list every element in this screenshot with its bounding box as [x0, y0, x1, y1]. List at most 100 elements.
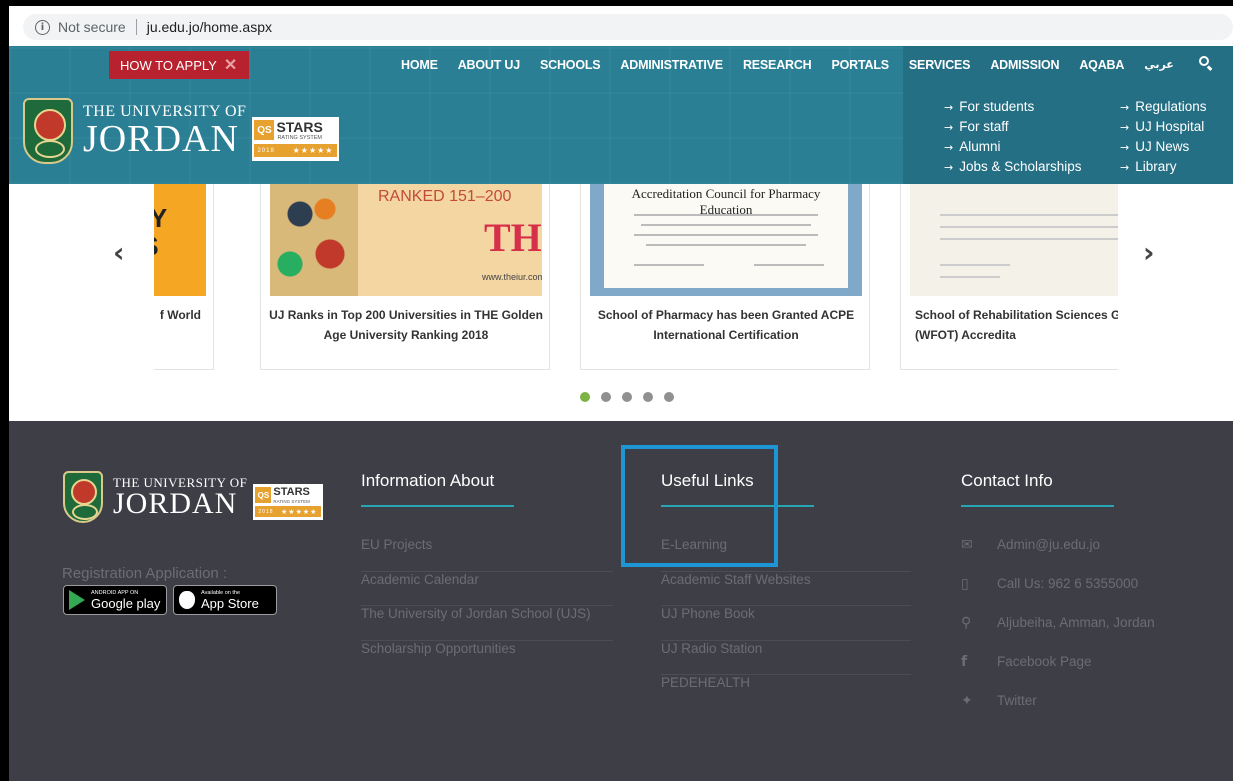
close-icon[interactable]: ✕	[224, 55, 237, 75]
contact-row[interactable]: ⚲ Aljubeiha, Amman, Jordan	[961, 615, 1155, 654]
news-card[interactable]: RANKED 151–200 THE www.theiur.com UJ Ran…	[260, 184, 550, 370]
qs-box: QS	[255, 487, 272, 503]
arrow-right-icon: →	[1120, 101, 1130, 114]
phone-icon: ▯	[961, 576, 969, 592]
google-play-button[interactable]: ANDROID APP ON Google play	[63, 585, 167, 615]
envelope-icon: ✉	[961, 537, 973, 553]
omnibox[interactable]: i Not secure ju.edu.jo/home.aspx	[23, 14, 1233, 40]
ranked-text: RANKED 151–200	[378, 188, 512, 205]
qs-stars-badge: QS STARS RATING SYSTEM 2018 ★★★★★	[252, 117, 340, 161]
address-bar: i Not secure ju.edu.jo/home.aspx	[9, 6, 1233, 46]
nav-portals[interactable]: PORTALS	[832, 58, 890, 72]
quick-link-students[interactable]: → For students	[944, 99, 1082, 116]
quick-link-label: UJ News	[1135, 139, 1190, 154]
slider-pagination	[580, 392, 674, 402]
nav-aqaba[interactable]: AQABA	[1079, 58, 1124, 72]
column-heading: Contact Info	[961, 471, 1053, 490]
app-store-button[interactable]: Available on the App Store	[173, 585, 277, 615]
slider-dot[interactable]	[580, 392, 590, 402]
contact-row[interactable]: ✦ Twitter	[961, 693, 1155, 732]
qs-star-glyphs: ★★★★★	[281, 508, 318, 516]
nav-admission[interactable]: ADMISSION	[990, 58, 1059, 72]
news-caption[interactable]: f World	[154, 305, 207, 325]
contact-text: Aljubeiha, Amman, Jordan	[997, 615, 1155, 630]
qs-bar: 2018 ★★★★★	[254, 144, 338, 157]
quick-link-label: Jobs & Scholarships	[959, 159, 1082, 174]
twitter-icon: ✦	[961, 693, 973, 709]
footer-link[interactable]: Academic Calendar	[361, 572, 613, 606]
news-card[interactable]: School of Rehabilitation Sciences Grante…	[900, 184, 1118, 370]
news-caption[interactable]: UJ Ranks in Top 200 Universities in THE …	[269, 305, 543, 345]
qs-stars: STARS	[276, 119, 323, 135]
footer-logo[interactable]: THE UNIVERSITY OF JORDAN QS STARS RATING…	[63, 471, 324, 523]
apple-icon	[179, 591, 195, 609]
footer-link[interactable]: UJ Radio Station	[661, 641, 911, 675]
quick-links-right: → Regulations → UJ Hospital → UJ News → Libr…	[1120, 99, 1207, 176]
url-text[interactable]: ju.edu.jo/home.aspx	[147, 19, 272, 35]
footer-link[interactable]: UJ Phone Book	[661, 606, 911, 641]
quick-link-jobs[interactable]: → Jobs & Scholarships	[944, 159, 1082, 176]
slider-dot[interactable]	[622, 392, 632, 402]
nav-schools[interactable]: SCHOOLS	[540, 58, 601, 72]
info-about-column: Information About EU Projects Academic C…	[361, 471, 613, 675]
quick-link-label: Alumni	[959, 139, 1001, 154]
slider-dot[interactable]	[664, 392, 674, 402]
news-image: RANKED 151–200 THE www.theiur.com	[270, 184, 542, 296]
location-pin-icon: ⚲	[961, 615, 972, 631]
quick-link-label: For staff	[959, 119, 1009, 134]
footer-link[interactable]: EU Projects	[361, 537, 613, 572]
quick-link-alumni[interactable]: → Alumni	[944, 139, 1082, 156]
quick-link-library[interactable]: → Library	[1120, 159, 1207, 176]
security-label: Not secure	[58, 19, 126, 35]
footer-link[interactable]: Scholarship Opportunities	[361, 641, 613, 676]
slider-dot[interactable]	[601, 392, 611, 402]
contact-row[interactable]: ▯ Call Us: 962 6 5355000	[961, 576, 1155, 615]
info-icon[interactable]: i	[35, 19, 50, 35]
university-logo[interactable]: THE UNIVERSITY OF JORDAN QS STARS RATING…	[23, 98, 340, 164]
news-card[interactable]: TY IS f World	[154, 184, 214, 370]
quick-link-news[interactable]: → UJ News	[1120, 139, 1207, 156]
arrow-right-icon: →	[1120, 161, 1130, 174]
search-icon[interactable]	[1199, 56, 1213, 71]
news-card[interactable]: Accreditation Council for Pharmacy Educa…	[580, 184, 870, 370]
nav-arabic[interactable]: عربي	[1144, 58, 1174, 72]
slider-dot[interactable]	[643, 392, 653, 402]
qs-star-glyphs: ★★★★★	[292, 146, 334, 155]
news-caption[interactable]: School of Rehabilitation Sciences Grante…	[909, 305, 1118, 345]
news-image	[910, 184, 1118, 296]
nav-about[interactable]: ABOUT UJ	[458, 58, 520, 72]
contact-text: Twitter	[997, 693, 1037, 708]
footer-link[interactable]: Academic Staff Websites	[661, 572, 911, 606]
the-logo: THE	[484, 215, 542, 260]
contact-row[interactable]: f Facebook Page	[961, 654, 1155, 693]
qs-year: 2018	[258, 508, 274, 515]
google-play-icon	[69, 590, 85, 610]
nav-administrative[interactable]: ADMINISTRATIVE	[620, 58, 723, 72]
quick-link-staff[interactable]: → For staff	[944, 119, 1082, 136]
arrow-right-icon: →	[1120, 141, 1130, 154]
how-to-apply-button[interactable]: HOW TO APPLY ✕	[109, 51, 249, 79]
qs-box: QS	[254, 120, 275, 140]
qs-stars-badge: QS STARS RATING SYSTEM 2018 ★★★★★	[253, 484, 324, 520]
quick-link-label: For students	[959, 99, 1035, 114]
arrow-right-icon: →	[1120, 121, 1130, 134]
crest-icon	[63, 471, 103, 523]
quick-link-label: Regulations	[1135, 99, 1207, 114]
quick-link-regulations[interactable]: → Regulations	[1120, 99, 1207, 116]
logo-line2: JORDAN	[83, 118, 239, 160]
heading-underline	[361, 505, 514, 507]
chevron-left-icon[interactable]: ‹	[113, 236, 125, 269]
footer-link[interactable]: The University of Jordan School (UJS)	[361, 606, 613, 641]
nav-home[interactable]: HOME	[401, 58, 438, 72]
contact-row[interactable]: ✉ Admin@ju.edu.jo	[961, 537, 1155, 576]
how-to-apply-label: HOW TO APPLY	[120, 57, 217, 73]
news-image: TY IS	[154, 184, 206, 296]
quick-link-hospital[interactable]: → UJ Hospital	[1120, 119, 1207, 136]
footer-link[interactable]: PEDEHEALTH	[661, 675, 911, 710]
nav-services[interactable]: SERVICES	[909, 58, 971, 72]
chevron-right-icon[interactable]: ›	[1143, 236, 1155, 269]
arrow-right-icon: →	[944, 141, 954, 154]
arrow-right-icon: →	[944, 101, 954, 114]
nav-research[interactable]: RESEARCH	[743, 58, 812, 72]
news-caption[interactable]: School of Pharmacy has been Granted ACPE…	[589, 305, 863, 345]
